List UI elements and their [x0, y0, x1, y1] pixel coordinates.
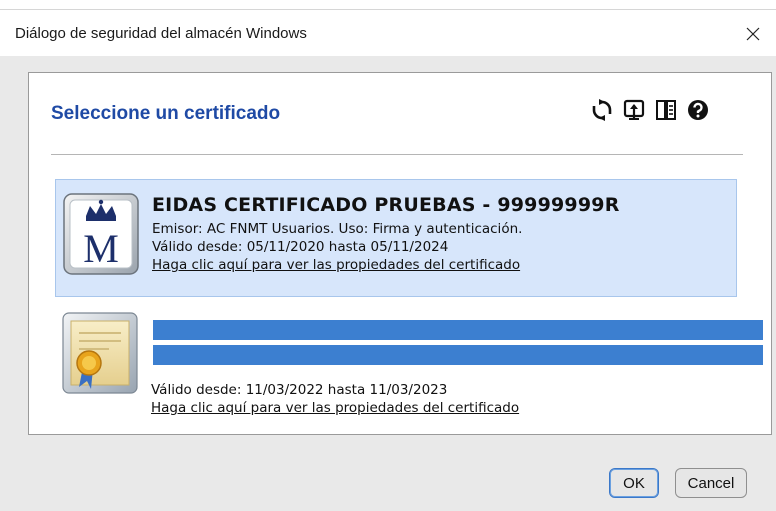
certificate-details: EIDAS CERTIFICADO PRUEBAS - 99999999R Em…: [152, 194, 620, 274]
close-button[interactable]: [730, 11, 776, 56]
heading-divider: [51, 154, 743, 155]
title-bar: Diálogo de seguridad del almacén Windows: [0, 11, 776, 56]
cancel-button[interactable]: Cancel: [675, 468, 747, 498]
import-icon: [623, 99, 645, 120]
certificate-validity: Válido desde: 05/11/2020 hasta 05/11/202…: [152, 239, 449, 255]
certificate-seal-icon: [61, 311, 139, 395]
help-icon: [688, 100, 708, 120]
certificate-properties-link[interactable]: Haga clic aquí para ver las propiedades …: [152, 256, 620, 274]
dialog-heading: Seleccione un certificado: [51, 103, 281, 124]
certificate-item-selected[interactable]: M EIDAS CERTIFICADO PRUEBAS - 99999999R …: [55, 179, 737, 297]
details-icon: [656, 100, 676, 120]
certificate-properties-link[interactable]: Haga clic aquí para ver las propiedades …: [151, 399, 519, 417]
svg-text:M: M: [83, 226, 119, 271]
details-button[interactable]: [655, 99, 677, 121]
certificate-details: Válido desde: 11/03/2022 hasta 11/03/202…: [151, 381, 519, 417]
certificate-issuer: Emisor: AC FNMT Usuarios. Uso: Firma y a…: [152, 221, 523, 237]
help-button[interactable]: [687, 99, 709, 121]
certificate-validity: Válido desde: 11/03/2022 hasta 11/03/202…: [151, 382, 448, 398]
royal-mint-crown-m-icon: M: [62, 192, 140, 276]
refresh-button[interactable]: [591, 99, 613, 121]
certificate-name: EIDAS CERTIFICADO PRUEBAS - 99999999R: [152, 194, 620, 216]
close-icon: [746, 27, 760, 40]
redaction-bar-issuer: [153, 345, 763, 365]
dialog-body: Seleccione un certificado M EIDAS CERTIF…: [0, 56, 776, 511]
refresh-icon: [592, 99, 612, 121]
window-top-edge: [0, 0, 776, 10]
import-button[interactable]: [623, 99, 645, 121]
redaction-bar-name: [153, 320, 763, 340]
panel-toolbar: [591, 99, 709, 121]
ok-button[interactable]: OK: [609, 468, 659, 498]
window-title: Diálogo de seguridad del almacén Windows: [15, 25, 307, 42]
certificate-panel: Seleccione un certificado M EIDAS CERTIF…: [28, 72, 772, 435]
